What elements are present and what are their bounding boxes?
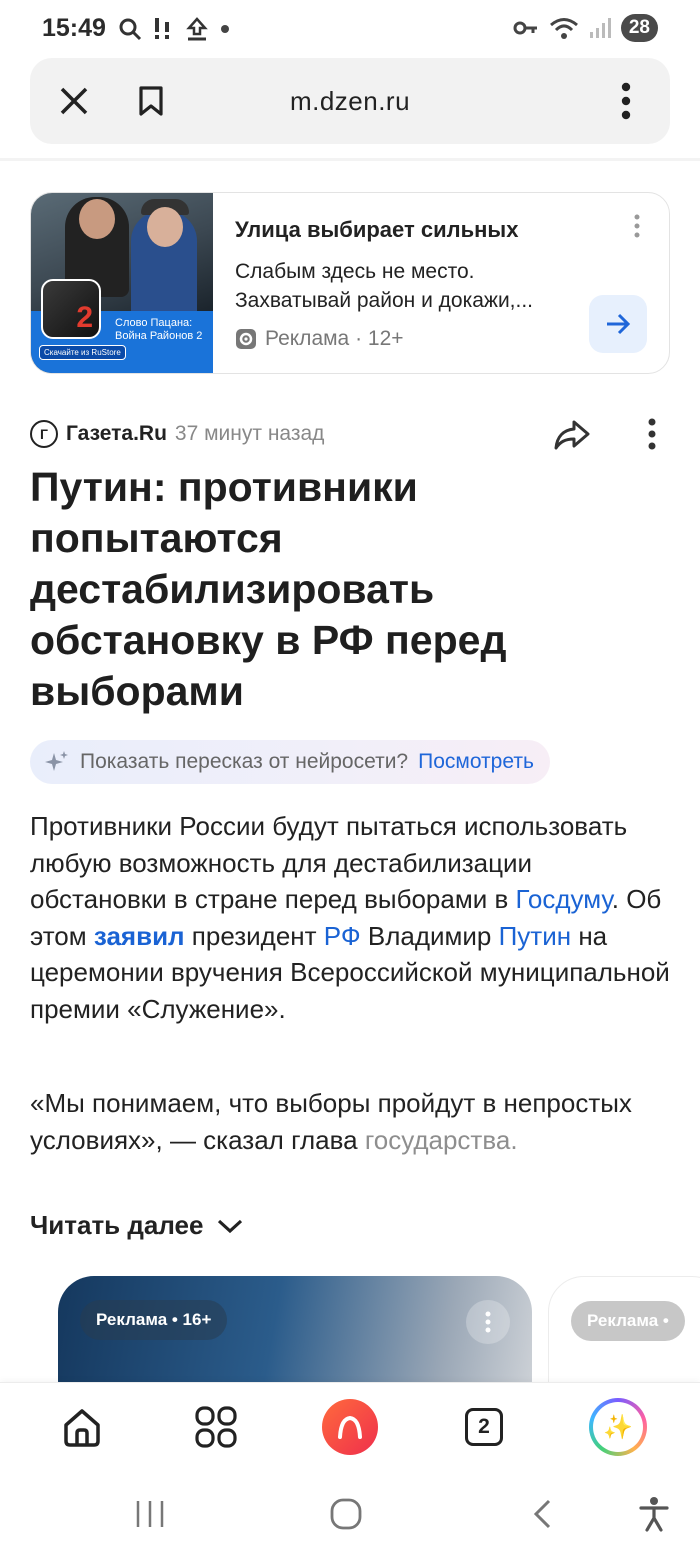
status-bar: 15:49 28 — [0, 0, 700, 58]
status-icons-left — [118, 16, 230, 42]
accessibility-icon — [639, 1497, 669, 1532]
ad-open-button[interactable] — [589, 295, 647, 353]
paragraph-text: президент — [184, 920, 324, 951]
ai-assistant-button[interactable]: ✨ — [588, 1397, 648, 1457]
read-more-button[interactable]: Читать далее — [30, 1210, 243, 1241]
browser-url-bar: m.dzen.ru — [30, 58, 670, 144]
paragraph-text: Владимир — [360, 920, 499, 951]
ad-label-icon — [236, 329, 256, 349]
link-gosduma[interactable]: Госдуму — [516, 884, 612, 914]
ad-figure-head — [147, 207, 183, 247]
article-headline: Путин: противники попытаются дестабилизи… — [30, 464, 507, 714]
url-text[interactable]: m.dzen.ru — [30, 86, 670, 117]
divider — [0, 158, 700, 161]
alice-icon — [322, 1399, 378, 1455]
game-app-icon: 2 — [41, 279, 101, 339]
quote-text: «Мы понимаем, что выборы пройдут в непро… — [30, 1088, 632, 1155]
status-time: 15:49 — [42, 14, 106, 42]
carousel-ad-card[interactable]: Реклама • 16+ — [58, 1276, 532, 1384]
signal-icon — [589, 18, 611, 38]
kebab-menu-icon — [634, 214, 640, 238]
system-nav-bar — [0, 1470, 700, 1556]
system-back-button[interactable] — [520, 1492, 564, 1536]
ad-description: Слабым здесь не место. Захватывай район … — [235, 260, 534, 312]
ad-carousel[interactable]: Реклама • 16+ Реклама • — [0, 1276, 700, 1384]
tabs-icon: 2 — [465, 1408, 503, 1446]
quote-faded-text: государства. — [364, 1124, 518, 1155]
ad-meta: Реклама · 12+ — [235, 327, 404, 351]
search-icon — [119, 18, 142, 41]
status-icons-right: 28 — [513, 14, 658, 42]
ai-summary-chip[interactable]: Показать пересказ от нейросети? Посмотре… — [30, 740, 550, 784]
app-icon-number: 2 — [76, 301, 93, 334]
article-source-row: Г Газета.Ru 37 минут назад — [30, 418, 324, 450]
home-icon — [64, 1409, 100, 1447]
alice-assistant-button[interactable] — [320, 1397, 380, 1457]
kebab-menu-icon — [621, 82, 631, 120]
sparkle-icon — [45, 751, 68, 771]
kebab-menu-icon — [648, 418, 656, 450]
article-time: 37 минут назад — [174, 422, 325, 445]
tabs-button[interactable]: 2 — [454, 1397, 514, 1457]
share-icon — [554, 420, 590, 450]
link-rf[interactable]: РФ — [324, 921, 361, 951]
battery-level: 28 — [620, 14, 658, 42]
source-name[interactable]: Газета.Ru — [66, 422, 167, 446]
carousel-ad-card[interactable]: Реклама • — [548, 1276, 700, 1384]
apps-grid-button[interactable] — [186, 1397, 246, 1457]
ai-summary-question: Показать пересказ от нейросети? — [80, 750, 409, 773]
key-icon — [513, 21, 537, 35]
recents-icon — [136, 1501, 164, 1527]
recents-button[interactable] — [128, 1492, 172, 1536]
read-more-label: Читать далее — [30, 1210, 204, 1240]
ad-image[interactable]: 2 Слово Пацана: Война Районов 2 Скачайте… — [31, 193, 213, 373]
ad-card[interactable]: 2 Слово Пацана: Война Районов 2 Скачайте… — [30, 192, 670, 374]
wifi-icon — [549, 18, 578, 39]
home-button[interactable] — [52, 1397, 112, 1457]
upload-icon — [186, 17, 208, 41]
system-home-button[interactable] — [324, 1492, 368, 1536]
rustore-badge: Скачайте из RuStore — [39, 345, 126, 360]
home-circle-icon — [330, 1498, 362, 1530]
back-icon — [533, 1499, 551, 1529]
apps-grid-icon — [195, 1406, 237, 1448]
link-zayavil[interactable]: заявил — [94, 921, 185, 951]
browser-bottom-nav: 2 ✨ — [0, 1382, 700, 1470]
article-more-button[interactable] — [640, 414, 664, 454]
ad-image-caption: Слово Пацана: Война Районов 2 — [115, 317, 203, 342]
browser-menu-button[interactable] — [604, 79, 648, 123]
ad-label: Реклама · 12+ — [265, 327, 404, 350]
link-putin[interactable]: Путин — [499, 921, 571, 951]
ad-age-badge: Реклама • 16+ — [80, 1300, 228, 1340]
ad-title[interactable]: Улица выбирает сильных — [235, 217, 518, 243]
ai-glyph: ✨ — [593, 1402, 643, 1452]
ai-summary-link[interactable]: Посмотреть — [418, 750, 534, 774]
dot-icon — [221, 25, 229, 33]
source-logo[interactable]: Г — [30, 420, 58, 448]
ad-menu-button[interactable] — [631, 213, 643, 239]
article-paragraph: Противники России будут пытаться использ… — [30, 808, 675, 1027]
accessibility-button[interactable] — [632, 1492, 676, 1536]
alert-icon — [155, 18, 169, 39]
kebab-menu-icon — [485, 1311, 491, 1333]
ad-figure-head — [79, 199, 115, 239]
ai-assistant-icon: ✨ — [589, 1398, 647, 1456]
carousel-card-menu-button[interactable] — [466, 1300, 510, 1344]
share-button[interactable] — [552, 414, 592, 454]
ad-age-badge: Реклама • — [571, 1301, 685, 1341]
article-quote: «Мы понимаем, что выборы пройдут в непро… — [30, 1085, 670, 1158]
arrow-right-icon — [607, 313, 631, 335]
chevron-down-icon — [218, 1219, 243, 1233]
